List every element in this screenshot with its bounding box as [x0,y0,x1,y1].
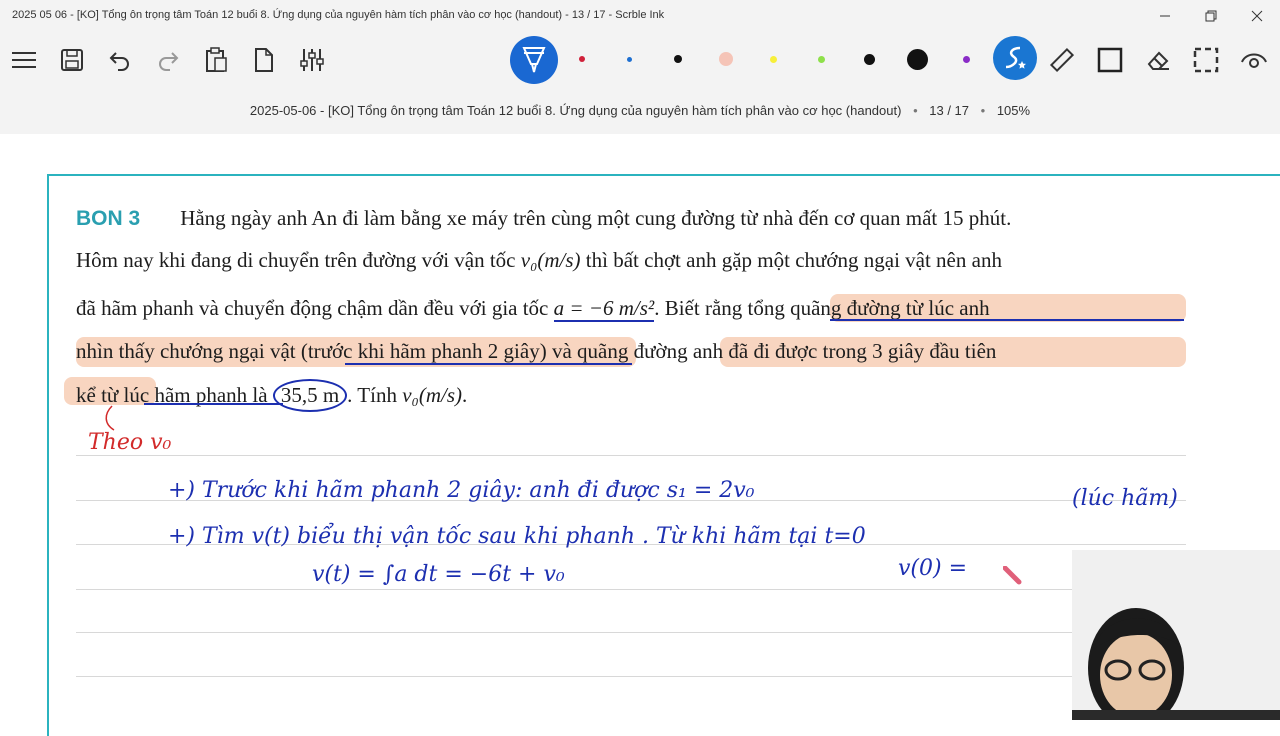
lasso-select-button[interactable] [1190,44,1222,76]
rectangle-button[interactable] [1094,44,1126,76]
page-indicator[interactable]: 13 / 17 [929,103,969,118]
presenter-video-icon [1072,608,1280,720]
pen-color-red[interactable] [579,56,585,62]
menu-button[interactable] [8,44,40,76]
magic-pen-button[interactable] [993,36,1037,80]
handwritten-line-2: +) Tìm v(t) biểu thị vận tốc sau khi pha… [168,524,866,549]
ruled-line [76,455,1186,456]
view-icon [1241,53,1267,68]
ruler-icon [1049,47,1074,73]
undo-button[interactable] [104,44,136,76]
new-page-button[interactable] [248,44,280,76]
minimize-button[interactable] [1142,0,1188,32]
menu-icon [12,52,36,68]
separator-dot: • [980,103,986,118]
magic-pen-icon [1005,46,1026,69]
pen-color-blue[interactable] [627,57,632,62]
ruled-line [76,589,1186,590]
handwritten-note-right: (lúc hãm) [1072,486,1178,511]
restore-icon [1205,10,1217,22]
handwritten-note-red: Theo v₀ [88,430,172,455]
settings-sliders-button[interactable] [296,44,328,76]
separator-dot: • [913,103,918,118]
save-button[interactable] [56,44,88,76]
window-title: 2025 05 06 - [KO] Tổng ôn trọng tâm Toán… [12,9,665,21]
document-info-bar: 2025-05-06 - [KO] Tổng ôn trọng tâm Toán… [0,88,1280,134]
document-info: 2025-05-06 - [KO] Tổng ôn trọng tâm Toán… [0,103,1280,118]
pen-color-black-thin[interactable] [674,55,682,63]
document-name: 2025-05-06 - [KO] Tổng ôn trọng tâm Toán… [249,103,902,118]
minimize-icon [1160,15,1170,17]
close-button[interactable] [1234,0,1280,32]
handwritten-line-3: v(t) = ∫a dt = −6t + v₀ [312,562,565,587]
clipboard-icon [206,47,227,72]
handwritten-line-1: +) Trước khi hãm phanh 2 giây: anh đi đư… [168,478,755,503]
eraser-icon [1147,51,1169,70]
clipboard-button[interactable] [200,44,232,76]
settings-sliders-icon [300,49,324,71]
new-page-icon [255,48,273,72]
ruled-line [76,676,1186,677]
pen-color-green[interactable] [818,56,825,63]
title-bar: 2025 05 06 - [KO] Tổng ôn trọng tâm Toán… [0,0,1280,32]
redo-icon [159,52,179,71]
ruled-line [76,632,1186,633]
zoom-level[interactable]: 105% [997,103,1030,118]
pen-color-yellow[interactable] [770,56,777,63]
rectangle-icon [1097,47,1123,73]
pen-color-purple[interactable] [963,56,970,63]
close-icon [1251,10,1263,22]
handwritten-line-3-right: v(0) = [898,556,968,581]
toolbar [0,32,1280,88]
eraser-button[interactable] [1142,44,1174,76]
undo-icon [109,52,129,71]
pen-color-black-medium[interactable] [864,54,875,65]
pen-cursor-icon [1003,566,1022,585]
highlighter-icon [522,47,546,73]
pen-color-peach[interactable] [719,52,733,66]
highlighter-pen-button[interactable] [510,36,558,84]
lasso-select-icon [1193,47,1219,73]
webcam-overlay [1072,550,1280,720]
restore-button[interactable] [1188,0,1234,32]
view-button[interactable] [1238,44,1270,76]
save-icon [61,49,83,71]
pen-color-black-thick[interactable] [907,49,928,70]
ruler-button[interactable] [1045,44,1077,76]
redo-button[interactable] [152,44,184,76]
